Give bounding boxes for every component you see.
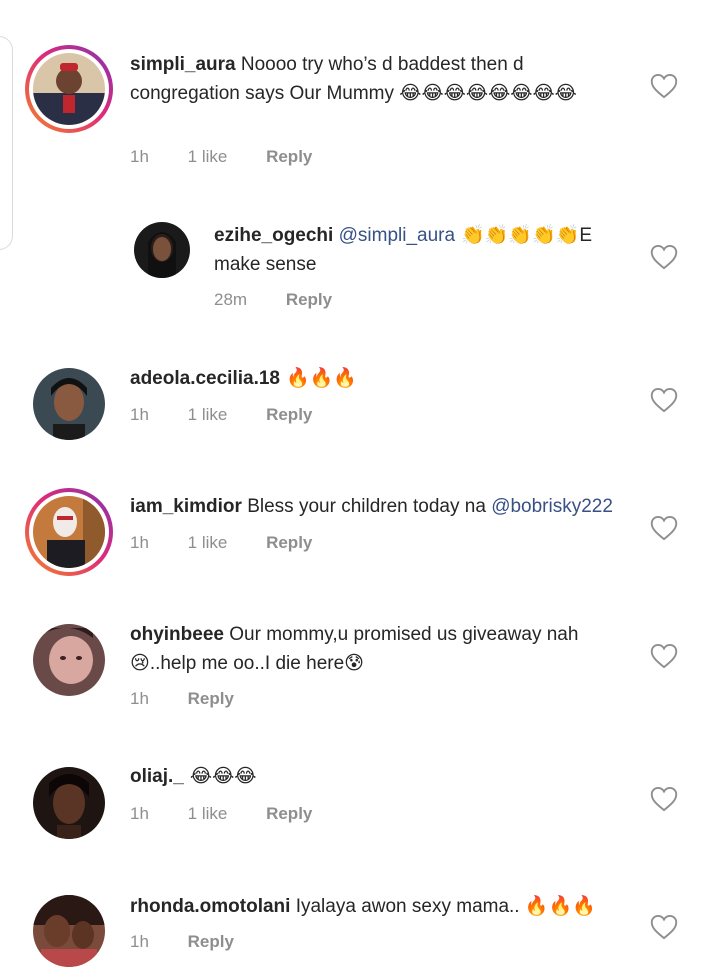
heart-outline-icon[interactable]: [650, 515, 678, 541]
comment-username[interactable]: ohyinbeee: [130, 624, 224, 645]
comment-body: iam_kimdior Bless your children today na…: [130, 492, 630, 521]
comment-username[interactable]: ezihe_ogechi: [214, 225, 333, 246]
heart-outline-icon[interactable]: [650, 244, 678, 270]
previous-panel-edge: [0, 36, 13, 250]
heart-outline-icon[interactable]: [650, 914, 678, 940]
comment-body: ezihe_ogechi @simpli_aura 👏👏👏👏👏E make se…: [214, 221, 624, 279]
comment-timestamp: 28m: [214, 290, 248, 309]
comment-text: Iyalaya awon sexy mama..: [290, 896, 525, 917]
comment-username[interactable]: simpli_aura: [130, 54, 236, 75]
comment-username[interactable]: adeola.cecilia.18: [130, 368, 280, 389]
avatar[interactable]: [134, 222, 190, 278]
avatar-story-ring[interactable]: [25, 488, 113, 576]
comment-text: Our mommy,u promised us giveaway nah: [223, 624, 579, 645]
comment-username[interactable]: rhonda.omotolani: [130, 896, 290, 917]
avatar-story-ring[interactable]: [25, 45, 113, 133]
comment-text-continued: ..help me oo..I die here: [149, 653, 345, 674]
comment-likes[interactable]: 1 like: [188, 147, 228, 167]
comment-likes[interactable]: 1 like: [188, 405, 228, 425]
comment-timestamp: 1h: [130, 533, 149, 552]
comment-emoji: 😢: [130, 652, 150, 674]
reply-button[interactable]: Reply: [188, 689, 234, 709]
comment-meta: 1h Reply: [130, 932, 234, 952]
comment-emoji: 🔥🔥🔥: [280, 367, 358, 389]
comment-emoji: 🔥🔥🔥: [524, 895, 596, 917]
heart-outline-icon[interactable]: [650, 643, 678, 669]
comment-meta: 1h 1 like Reply: [130, 804, 312, 824]
comment-meta: 1h 1 like Reply: [130, 533, 312, 553]
comment-emoji: 😂😂😂: [183, 765, 257, 787]
comment-meta: 1h 1 like Reply: [130, 405, 312, 425]
heart-outline-icon[interactable]: [650, 73, 678, 99]
reply-button[interactable]: Reply: [266, 533, 312, 553]
reply-button[interactable]: Reply: [266, 405, 312, 425]
comment-mention[interactable]: @simpli_aura: [339, 225, 455, 246]
comment-mention[interactable]: @bobrisky222: [491, 496, 613, 517]
comment-likes[interactable]: 1 like: [188, 804, 228, 824]
avatar[interactable]: [33, 895, 105, 967]
reply-button[interactable]: Reply: [266, 804, 312, 824]
heart-outline-icon[interactable]: [650, 786, 678, 812]
comment-emoji: 👏👏👏👏👏: [455, 224, 580, 246]
comment-timestamp: 1h: [130, 405, 149, 424]
comment-likes[interactable]: 1 like: [188, 533, 228, 553]
comment-body: oliaj._ 😂😂😂: [130, 762, 620, 791]
comment-username[interactable]: iam_kimdior: [130, 496, 242, 517]
avatar[interactable]: [33, 624, 105, 696]
avatar[interactable]: [33, 496, 105, 568]
comment-emoji: 😰: [344, 652, 364, 674]
comment-timestamp: 1h: [130, 932, 149, 951]
comment-body: simpli_aura Noooo try who’s d baddest th…: [130, 50, 620, 108]
avatar[interactable]: [33, 53, 105, 125]
comment-timestamp: 1h: [130, 147, 149, 166]
comment-emoji: 😂😂😂😂😂😂😂😂: [399, 82, 577, 104]
reply-button[interactable]: Reply: [188, 932, 234, 952]
avatar[interactable]: [33, 368, 105, 440]
comment-timestamp: 1h: [130, 689, 149, 708]
heart-outline-icon[interactable]: [650, 387, 678, 413]
comment-username[interactable]: oliaj._: [130, 766, 184, 787]
comment-body: adeola.cecilia.18 🔥🔥🔥: [130, 364, 620, 393]
reply-button[interactable]: Reply: [266, 147, 312, 167]
comment-body: rhonda.omotolani Iyalaya awon sexy mama.…: [130, 892, 630, 921]
reply-button[interactable]: Reply: [286, 290, 332, 310]
comment-body: ohyinbeee Our mommy,u promised us giveaw…: [130, 620, 620, 678]
comment-meta: 1h Reply: [130, 689, 234, 709]
avatar[interactable]: [33, 767, 105, 839]
comment-text: Bless your children today na: [241, 496, 492, 517]
comment-meta: 28m Reply: [214, 290, 332, 310]
comment-timestamp: 1h: [130, 804, 149, 823]
comment-meta: 1h 1 like Reply: [130, 147, 312, 167]
